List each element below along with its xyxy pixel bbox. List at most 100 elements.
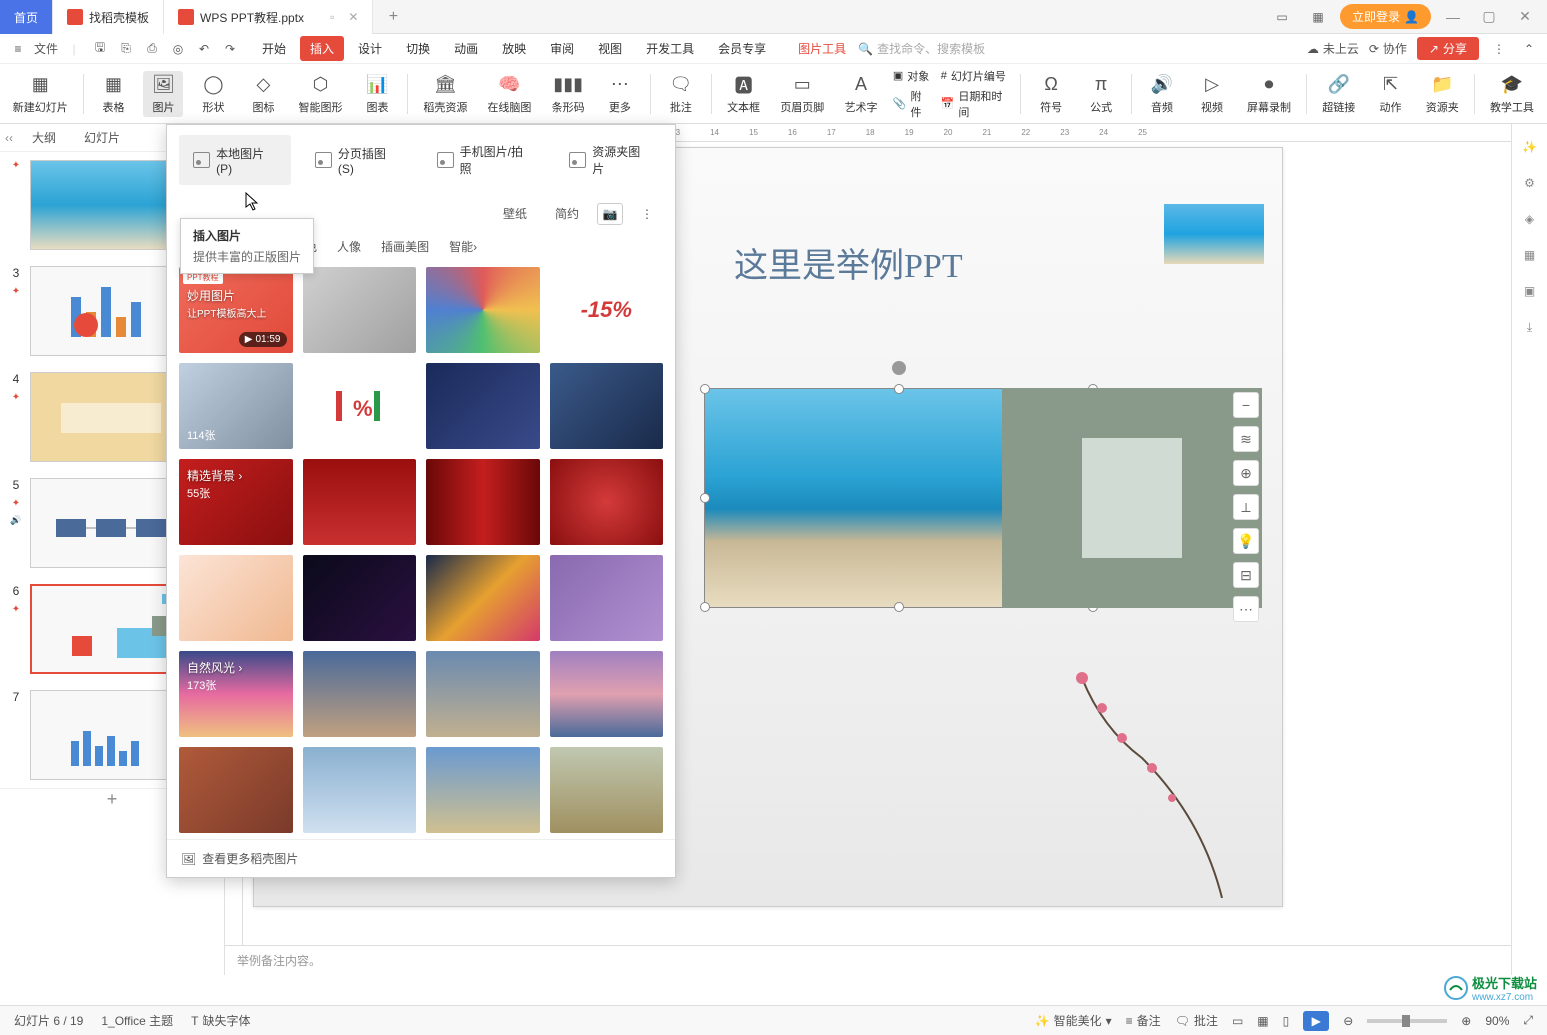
menu-tab-start[interactable]: 开始 xyxy=(252,36,296,61)
resize-handle-s[interactable] xyxy=(894,602,904,612)
float-idea[interactable]: 💡 xyxy=(1233,528,1259,554)
coop-button[interactable]: ⟳协作 xyxy=(1369,40,1407,57)
gallery-item[interactable] xyxy=(303,459,417,545)
theme-name[interactable]: 1_Office 主题 xyxy=(101,1012,173,1029)
chevron-up-icon[interactable]: ⌃ xyxy=(1519,39,1539,59)
tab-slides[interactable]: 幻灯片 xyxy=(70,125,134,150)
menu-tab-slideshow[interactable]: 放映 xyxy=(492,36,536,61)
ribbon-table[interactable]: ▦表格 xyxy=(93,71,133,117)
tab-template[interactable]: 找稻壳模板 xyxy=(53,0,164,34)
notes-bar[interactable]: 举例备注内容。 xyxy=(225,945,1511,975)
ribbon-teach-tool[interactable]: 🎓教学工具 xyxy=(1485,71,1539,117)
cloud-status[interactable]: ☁未上云 xyxy=(1307,40,1359,57)
gallery-item[interactable] xyxy=(550,747,664,833)
view-reading[interactable]: ▯ xyxy=(1283,1014,1290,1028)
ribbon-audio[interactable]: 🔊音频 xyxy=(1142,71,1182,117)
gallery-item[interactable] xyxy=(303,267,417,353)
gallery-item[interactable] xyxy=(550,555,664,641)
grid-icon[interactable]: ▦ xyxy=(1304,3,1332,31)
resize-handle-sw[interactable] xyxy=(700,602,710,612)
gallery-item[interactable] xyxy=(550,363,664,449)
menu-tab-transition[interactable]: 切换 xyxy=(396,36,440,61)
menu-tab-design[interactable]: 设计 xyxy=(348,36,392,61)
maximize-button[interactable]: ▢ xyxy=(1475,3,1503,31)
gallery-item[interactable]: -15% xyxy=(550,267,664,353)
tab-outline[interactable]: 大纲 xyxy=(18,125,70,150)
popup-tab-local[interactable]: 本地图片(P) xyxy=(179,135,291,185)
rotate-handle[interactable] xyxy=(892,361,906,375)
corner-image[interactable] xyxy=(1164,204,1264,264)
ribbon-docer-resource[interactable]: 🏛稻壳资源 xyxy=(418,71,472,117)
chip-wallpaper[interactable]: 壁纸 xyxy=(493,201,537,226)
view-sorter[interactable]: ▦ xyxy=(1257,1014,1268,1028)
ribbon-smart-graphic[interactable]: ⬡智能图形 xyxy=(293,71,347,117)
resize-handle-nw[interactable] xyxy=(700,384,710,394)
gallery-tutorial[interactable]: PPT教程 妙用图片 让PPT模板高大上 ▶01:59 xyxy=(179,267,293,353)
gallery-item[interactable] xyxy=(303,555,417,641)
float-zoom-out[interactable]: − xyxy=(1233,392,1259,418)
rs-ai-icon[interactable]: ✨ xyxy=(1519,136,1541,158)
context-tab-picture-tools[interactable]: 图片工具 xyxy=(798,40,846,57)
gallery-item[interactable] xyxy=(550,651,664,737)
camera-search-icon[interactable]: 📷 xyxy=(597,203,623,225)
ribbon-icon[interactable]: ◇图标 xyxy=(243,71,283,117)
gallery-item[interactable] xyxy=(179,747,293,833)
menu-tab-animation[interactable]: 动画 xyxy=(444,36,488,61)
slideshow-button[interactable]: ▶ xyxy=(1303,1011,1329,1031)
gallery-item[interactable] xyxy=(426,555,540,641)
zoom-out[interactable]: ⊖ xyxy=(1343,1014,1353,1028)
resize-handle-n[interactable] xyxy=(894,384,904,394)
rs-template-icon[interactable]: ▦ xyxy=(1519,244,1541,266)
fit-button[interactable]: ⤢ xyxy=(1523,1013,1533,1028)
popup-tab-mobile[interactable]: 手机图片/拍照 xyxy=(423,135,546,185)
gallery-item[interactable] xyxy=(179,555,293,641)
gallery-item[interactable]: % xyxy=(303,363,417,449)
rs-material-icon[interactable]: ▣ xyxy=(1519,280,1541,302)
share-button[interactable]: ↗分享 xyxy=(1417,37,1479,60)
more-menu-icon[interactable]: ⋮ xyxy=(1489,39,1509,59)
ribbon-new-slide[interactable]: ▦新建幻灯片 xyxy=(8,71,73,117)
gallery-item[interactable] xyxy=(426,651,540,737)
ribbon-video[interactable]: ▷视频 xyxy=(1192,71,1232,117)
ribbon-textbox[interactable]: 🅰文本框 xyxy=(722,71,766,117)
tab-close-icon[interactable]: ✕ xyxy=(348,10,358,24)
ribbon-comment[interactable]: 🗨批注 xyxy=(661,71,701,117)
ribbon-shape[interactable]: ◯形状 xyxy=(193,71,233,117)
ribbon-chart[interactable]: 📊图表 xyxy=(357,71,397,117)
ribbon-picture[interactable]: 🖼图片 xyxy=(143,71,183,117)
gallery-item[interactable] xyxy=(426,747,540,833)
toggle-notes[interactable]: ≡备注 xyxy=(1126,1012,1161,1029)
missing-font[interactable]: T缺失字体 xyxy=(191,1012,250,1029)
ribbon-hyperlink[interactable]: 🔗超链接 xyxy=(1317,71,1361,117)
ribbon-formula[interactable]: π公式 xyxy=(1081,71,1121,117)
print-icon[interactable]: ⎙ xyxy=(142,39,162,59)
gallery-item[interactable] xyxy=(303,747,417,833)
ribbon-slide-number[interactable]: #幻灯片编号 xyxy=(941,68,1010,84)
command-search[interactable]: 🔍 查找命令、搜索模板 xyxy=(858,40,985,57)
ribbon-symbol[interactable]: Ω符号 xyxy=(1031,71,1071,117)
tab-document[interactable]: WPS PPT教程.pptx ▫ ✕ xyxy=(164,0,373,34)
panel-collapse[interactable]: ‹‹ xyxy=(0,131,18,145)
popup-tab-pager[interactable]: 分页插图(S) xyxy=(301,135,413,185)
login-button[interactable]: 立即登录 👤 xyxy=(1340,4,1431,29)
popup-tab-folder[interactable]: 资源夹图片 xyxy=(555,135,663,185)
redo-icon[interactable]: ↷ xyxy=(220,39,240,59)
ribbon-action[interactable]: ⇱动作 xyxy=(1370,71,1410,117)
ribbon-screen-record[interactable]: ⏺屏幕录制 xyxy=(1242,71,1296,117)
ribbon-wordart[interactable]: A艺术字 xyxy=(839,71,883,117)
popup-more-link[interactable]: 🖼查看更多稻壳图片 xyxy=(167,839,675,877)
tab-add[interactable]: + xyxy=(373,0,413,33)
ribbon-object[interactable]: ▣对象 xyxy=(893,68,931,84)
resize-handle-w[interactable] xyxy=(700,493,710,503)
zoom-value[interactable]: 90% xyxy=(1485,1014,1509,1028)
gallery-item[interactable] xyxy=(550,459,664,545)
tab-menu-icon[interactable]: ▫ xyxy=(330,10,334,24)
float-zoom-in[interactable]: ⊕ xyxy=(1233,460,1259,486)
ribbon-resource-folder[interactable]: 📁资源夹 xyxy=(1420,71,1464,117)
tab-home[interactable]: 首页 xyxy=(0,0,53,34)
menu-tab-developer[interactable]: 开发工具 xyxy=(636,36,704,61)
slide-title[interactable]: 这里是举例PPT xyxy=(734,238,963,287)
menu-tab-view[interactable]: 视图 xyxy=(588,36,632,61)
gallery-item[interactable] xyxy=(303,651,417,737)
rs-style-icon[interactable]: ◈ xyxy=(1519,208,1541,230)
